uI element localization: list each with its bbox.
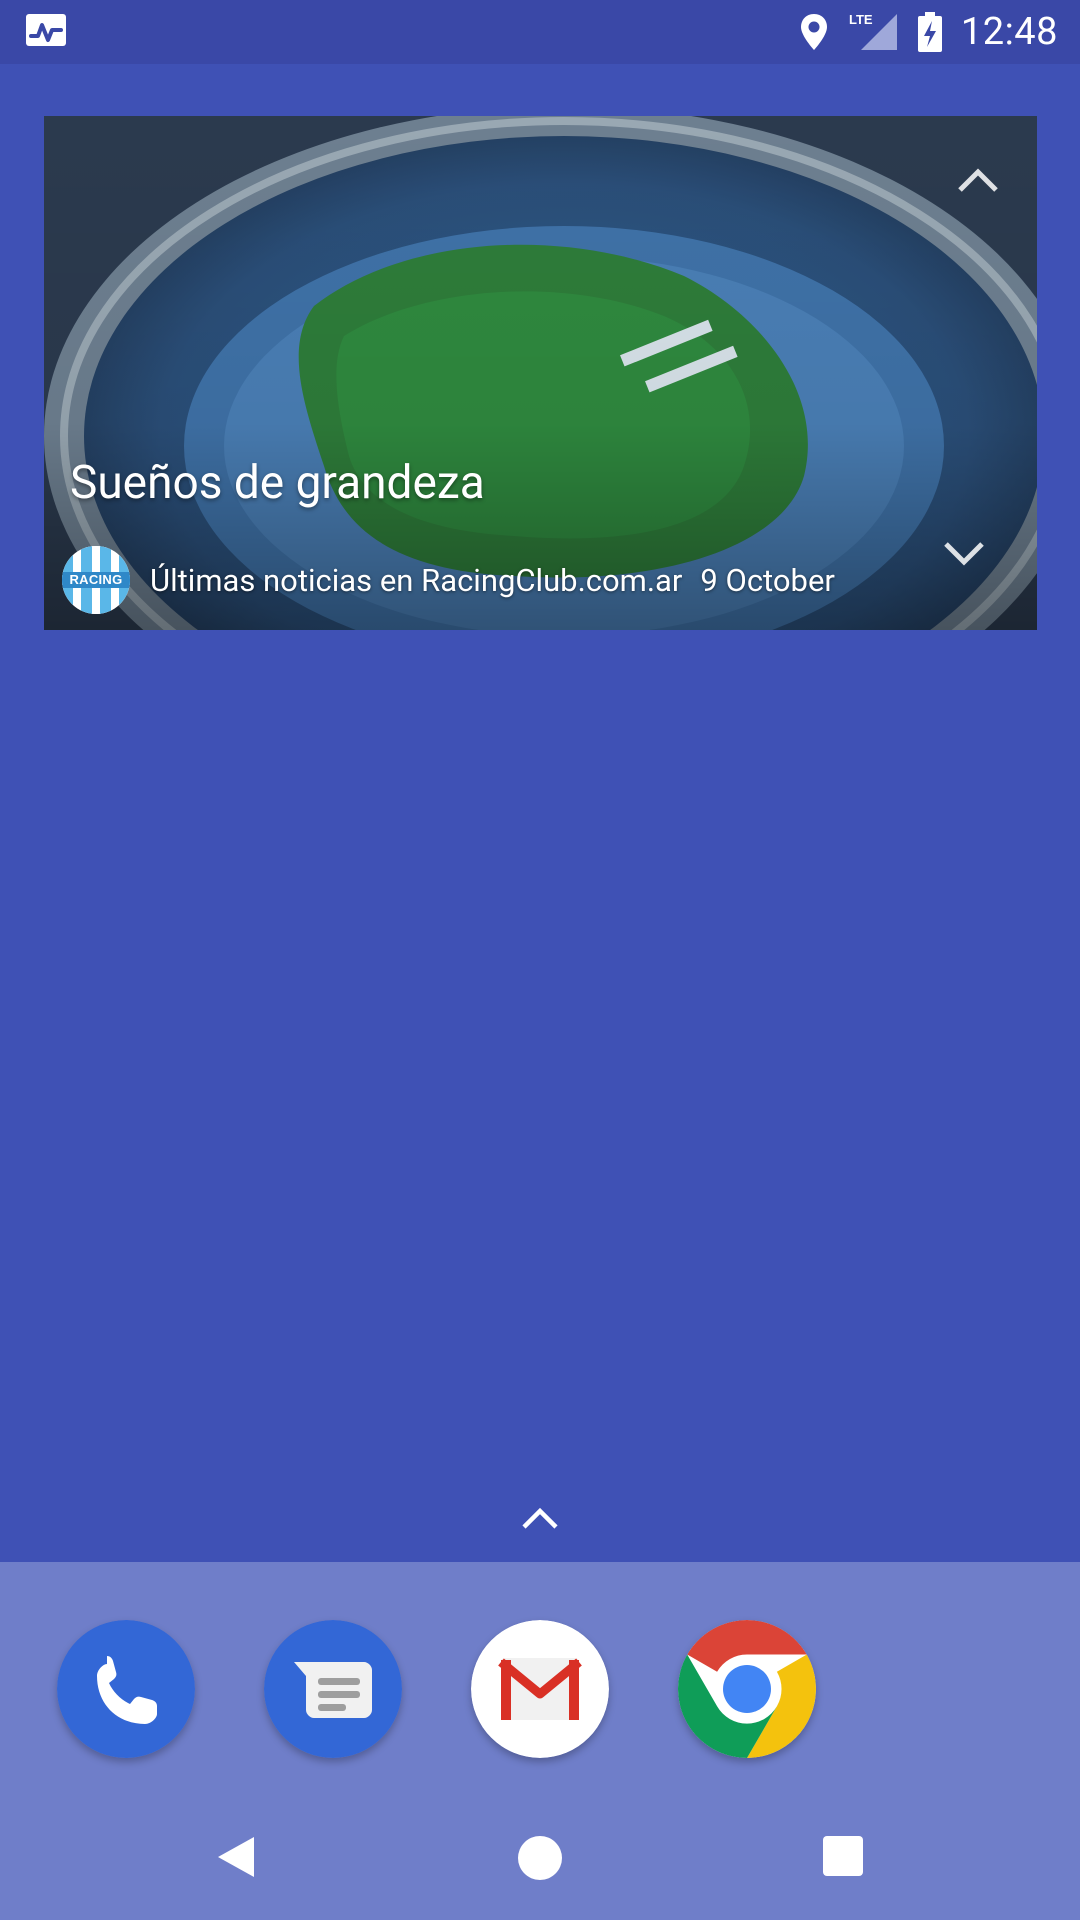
clock: 12:48 <box>960 10 1058 54</box>
lte-label: LTE <box>849 12 873 27</box>
article-source-row: RACING Últimas noticias en RacingClub.co… <box>62 544 835 616</box>
chrome-app-icon[interactable] <box>678 1620 816 1758</box>
gmail-app-icon[interactable] <box>471 1620 609 1758</box>
lte-signal-icon: LTE <box>849 12 897 50</box>
messages-app-icon[interactable] <box>264 1620 402 1758</box>
home-button[interactable] <box>518 1836 562 1880</box>
back-button[interactable] <box>214 1833 258 1881</box>
battery-charging-icon <box>917 12 942 52</box>
status-bar: LTE 12:48 <box>0 0 1080 64</box>
status-icons: LTE 12:48 <box>799 0 1058 64</box>
chevron-up-icon[interactable] <box>954 162 1002 196</box>
activity-monitor-icon <box>26 14 66 46</box>
article-date: 9 October <box>700 561 835 599</box>
recents-button[interactable] <box>823 1836 863 1876</box>
chevron-down-icon[interactable] <box>940 536 988 570</box>
chevron-up-icon[interactable] <box>516 1503 564 1533</box>
phone-app-icon[interactable] <box>57 1620 195 1758</box>
logo-text: RACING <box>69 572 123 587</box>
article-title[interactable]: Sueños de grandeza <box>70 456 485 510</box>
source-name: Últimas noticias en RacingClub.com.ar <box>150 561 683 599</box>
news-widget[interactable]: Sueños de grandeza RACING Últimas notici… <box>44 116 1037 630</box>
racing-club-logo: RACING <box>62 546 130 614</box>
location-icon <box>800 14 827 50</box>
